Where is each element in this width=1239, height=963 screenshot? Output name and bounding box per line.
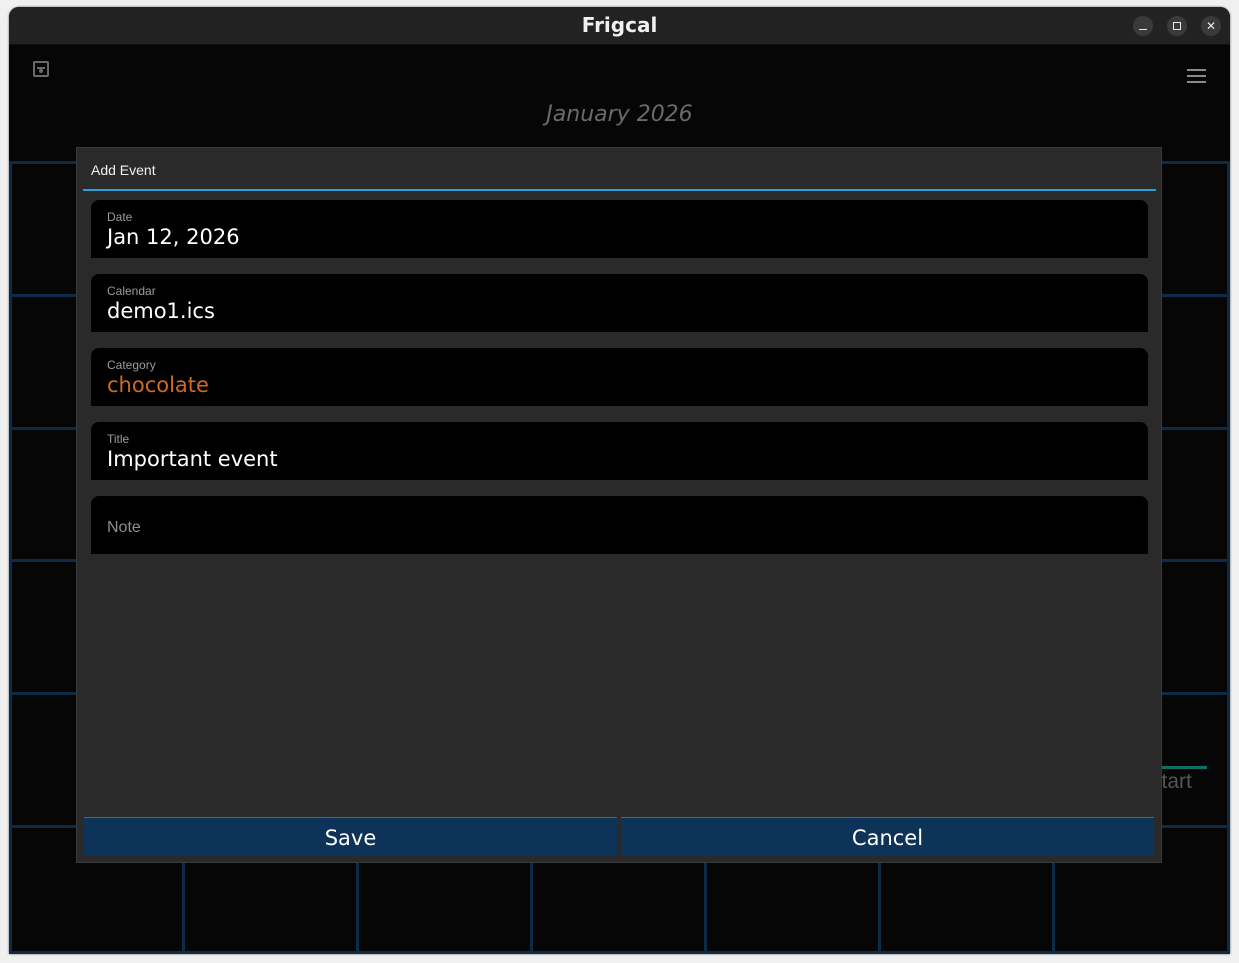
save-button[interactable]: Save bbox=[84, 817, 617, 856]
category-field-label: Category bbox=[107, 358, 156, 372]
note-field-placeholder: Note bbox=[107, 519, 141, 536]
app-window: Frigcal ✕ January 2026 start Add Event D… bbox=[9, 7, 1230, 954]
title-field-value: Important event bbox=[107, 447, 278, 471]
dialog-title-divider bbox=[83, 189, 1156, 191]
maximize-button[interactable] bbox=[1167, 16, 1187, 36]
calendar-view: January 2026 start Add Event Date Jan 12… bbox=[9, 45, 1230, 954]
grid-line bbox=[10, 951, 1228, 954]
hamburger-menu-icon[interactable] bbox=[1187, 69, 1206, 83]
dialog-title: Add Event bbox=[91, 162, 156, 178]
calendar-field-value: demo1.ics bbox=[107, 299, 215, 323]
note-field[interactable]: Note bbox=[91, 496, 1148, 554]
window-title: Frigcal bbox=[581, 13, 658, 37]
add-event-dialog: Add Event Date Jan 12, 2026 Calendar dem… bbox=[76, 147, 1162, 863]
calendar-field[interactable]: Calendar demo1.ics bbox=[91, 274, 1148, 332]
month-title: January 2026 bbox=[546, 102, 693, 127]
cancel-button[interactable]: Cancel bbox=[621, 817, 1154, 856]
grid-line bbox=[9, 161, 12, 954]
category-field[interactable]: Category chocolate bbox=[91, 348, 1148, 406]
grid-line bbox=[1227, 161, 1230, 954]
minimize-button[interactable] bbox=[1133, 16, 1153, 36]
save-icon[interactable] bbox=[33, 61, 49, 77]
event-color-bar bbox=[1157, 766, 1207, 769]
title-field[interactable]: Title Important event bbox=[91, 422, 1148, 480]
category-field-value: chocolate bbox=[107, 373, 209, 397]
close-button[interactable]: ✕ bbox=[1201, 16, 1221, 36]
date-field[interactable]: Date Jan 12, 2026 bbox=[91, 200, 1148, 258]
date-field-value: Jan 12, 2026 bbox=[107, 225, 240, 249]
calendar-field-label: Calendar bbox=[107, 284, 156, 298]
title-bar: Frigcal ✕ bbox=[9, 7, 1230, 45]
title-field-label: Title bbox=[107, 432, 130, 446]
date-field-label: Date bbox=[107, 210, 133, 224]
